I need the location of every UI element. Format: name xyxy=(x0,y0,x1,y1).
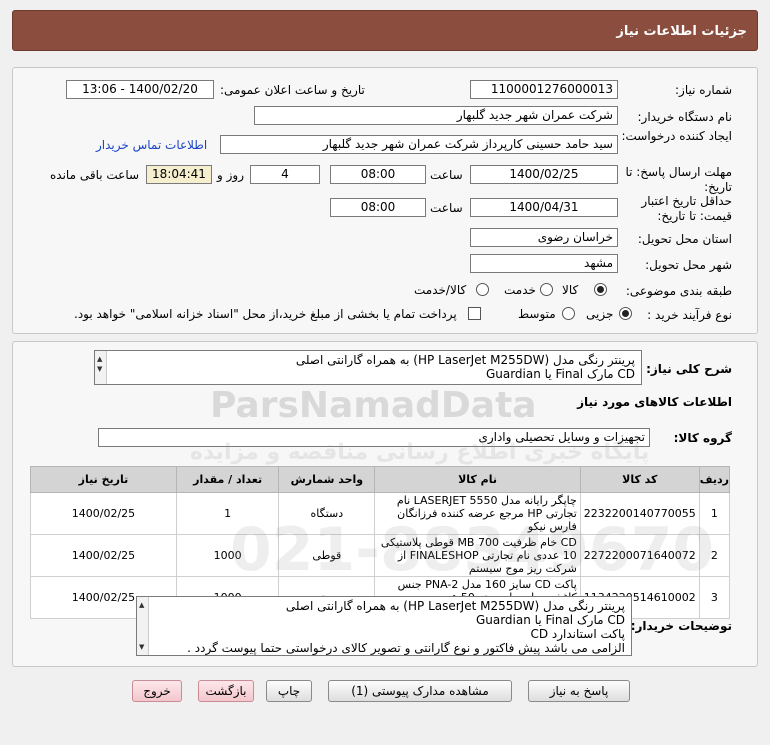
page-header: جزئیات اطلاعات نیاز xyxy=(12,10,758,51)
buyer-notes-line: پاکت استاندارد CD xyxy=(530,627,625,641)
province-label: استان محل تحویل: xyxy=(637,232,732,246)
creator-field: سید حامد حسینی کارپرداز شرکت عمران شهر ج… xyxy=(220,135,618,154)
need-number-label: شماره نیاز: xyxy=(675,83,732,97)
col-header-unit: واحد شمارش xyxy=(278,466,376,493)
province-field: خراسان رضوی xyxy=(470,228,618,247)
cell-row-number: 1 xyxy=(698,492,731,535)
remaining-time-label: ساعت باقی مانده xyxy=(50,168,140,182)
col-header-goods-name: نام کالا xyxy=(374,466,581,493)
cell-need-date: 1400/02/25 xyxy=(30,534,177,577)
general-desc-label: شرح کلی نیاز: xyxy=(646,362,732,376)
category-radio-service[interactable] xyxy=(540,283,553,296)
category-goods-service-label: کالا/خدمت xyxy=(414,283,467,297)
buyer-org-field: شرکت عمران شهر جدید گلبهار xyxy=(254,106,618,125)
cell-goods-name: چاپگر رایانه مدل LASERJET 5550 نام تجارت… xyxy=(374,492,581,535)
need-number-field: 1100001276000013 xyxy=(470,80,618,99)
buyer-contact-link[interactable]: اطلاعات تماس خریدار xyxy=(96,138,207,152)
remaining-time-field: 18:04:41 xyxy=(146,165,212,184)
city-field: مشهد xyxy=(470,254,618,273)
process-minor-label: جزیی xyxy=(586,307,614,321)
cell-unit: قوطی xyxy=(278,534,376,577)
exit-button[interactable]: خروج xyxy=(132,680,182,702)
col-header-goods-code: کد کالا xyxy=(579,466,700,493)
buyer-org-label: نام دستگاه خریدار: xyxy=(637,110,733,124)
cell-row-number: 2 xyxy=(698,534,731,577)
col-header-quantity: تعداد / مقدار xyxy=(175,466,280,493)
buyer-notes-line: CD مارک Final یا Guardian xyxy=(475,613,625,627)
days-label: روز و xyxy=(217,168,244,182)
creator-label: ایجاد کننده درخواست: xyxy=(621,129,732,143)
treasury-payment-checkbox[interactable] xyxy=(468,307,481,320)
treasury-payment-note: پرداخت تمام یا بخشی از مبلغ خرید،از محل … xyxy=(74,307,457,321)
cell-quantity: 1000 xyxy=(175,534,280,577)
process-radio-medium[interactable] xyxy=(562,307,575,320)
category-service-label: خدمت xyxy=(504,283,536,297)
validity-label: حداقل تاریخ اعتبار قیمت: تا تاریخ: xyxy=(641,194,732,223)
deadline-time-label: ساعت xyxy=(430,168,463,182)
general-desc-line: CD مارک Final یا Guardian xyxy=(485,367,635,381)
col-header-need-date: تاریخ نیاز xyxy=(30,466,177,493)
cell-row-number: 3 xyxy=(698,576,731,619)
page-title: جزئیات اطلاعات نیاز xyxy=(616,24,747,39)
table-header-row: ردیف کد کالا نام کالا واحد شمارش تعداد /… xyxy=(30,466,731,493)
cell-goods-code: 2272200071640072 xyxy=(579,534,700,577)
general-desc-line: پرینتر رنگی مدل (HP LaserJet M255DW) به … xyxy=(295,353,635,367)
col-header-row-number: ردیف xyxy=(698,466,731,493)
general-desc-textarea[interactable]: ▲ ▼ پرینتر رنگی مدل (HP LaserJet M255DW) … xyxy=(94,350,642,385)
cell-goods-name: CD خام ظرفیت 700 MB قوطی پلاستیکی 10 عدد… xyxy=(374,534,581,577)
announce-datetime-label: تاریخ و ساعت اعلان عمومی: xyxy=(220,83,365,97)
deadline-label: مهلت ارسال پاسخ: تا تاریخ: xyxy=(625,165,732,194)
buyer-notes-label: توضیحات خریدار: xyxy=(630,619,732,633)
goods-group-field: تجهیزات و وسایل تحصیلی واداری xyxy=(98,428,650,447)
days-field: 4 xyxy=(250,165,320,184)
goods-group-label: گروه کالا: xyxy=(673,431,732,445)
items-info-title: اطلاعات کالاهای مورد نیاز xyxy=(577,395,732,409)
validity-time-field: 08:00 xyxy=(330,198,426,217)
city-label: شهر محل تحویل: xyxy=(645,258,732,272)
validity-time-label: ساعت xyxy=(430,201,463,215)
deadline-date-field: 1400/02/25 xyxy=(470,165,618,184)
back-button[interactable]: بازگشت xyxy=(198,680,254,702)
view-attachments-button[interactable]: مشاهده مدارک پیوستی (1) xyxy=(328,680,512,702)
process-radio-minor[interactable] xyxy=(619,307,632,320)
table-row[interactable]: 2 2272200071640072 CD خام ظرفیت 700 MB ق… xyxy=(30,534,731,577)
general-desc-scrollbar[interactable]: ▲ ▼ xyxy=(95,351,107,384)
cell-need-date: 1400/02/25 xyxy=(30,492,177,535)
cell-unit: دستگاه xyxy=(278,492,376,535)
category-radio-goods-service[interactable] xyxy=(476,283,489,296)
deadline-time-field: 08:00 xyxy=(330,165,426,184)
announce-datetime-field: 1400/02/20 - 13:06 xyxy=(66,80,214,99)
print-button[interactable]: چاپ xyxy=(266,680,312,702)
process-label: نوع فرآیند خرید : xyxy=(647,308,732,322)
buyer-notes-line: پرینتر رنگی مدل (HP LaserJet M255DW) به … xyxy=(285,599,625,613)
category-label: طبقه بندی موضوعی: xyxy=(625,284,732,298)
buyer-notes-line: الزامی می باشد پیش فاکتور و نوع گارانتی … xyxy=(187,641,625,655)
validity-date-field: 1400/04/31 xyxy=(470,198,618,217)
table-row[interactable]: 1 2232200140770055 چاپگر رایانه مدل LASE… xyxy=(30,492,731,535)
category-radio-goods[interactable] xyxy=(594,283,607,296)
category-goods-label: کالا xyxy=(562,283,579,297)
reply-button[interactable]: پاسخ به نیاز xyxy=(528,680,630,702)
cell-goods-code: 2232200140770055 xyxy=(579,492,700,535)
buyer-notes-textarea[interactable]: ▲ ▼ پرینتر رنگی مدل (HP LaserJet M255DW) … xyxy=(136,596,632,656)
buyer-notes-scrollbar[interactable]: ▲ ▼ xyxy=(137,597,149,655)
cell-quantity: 1 xyxy=(175,492,280,535)
process-medium-label: متوسط xyxy=(518,307,556,321)
